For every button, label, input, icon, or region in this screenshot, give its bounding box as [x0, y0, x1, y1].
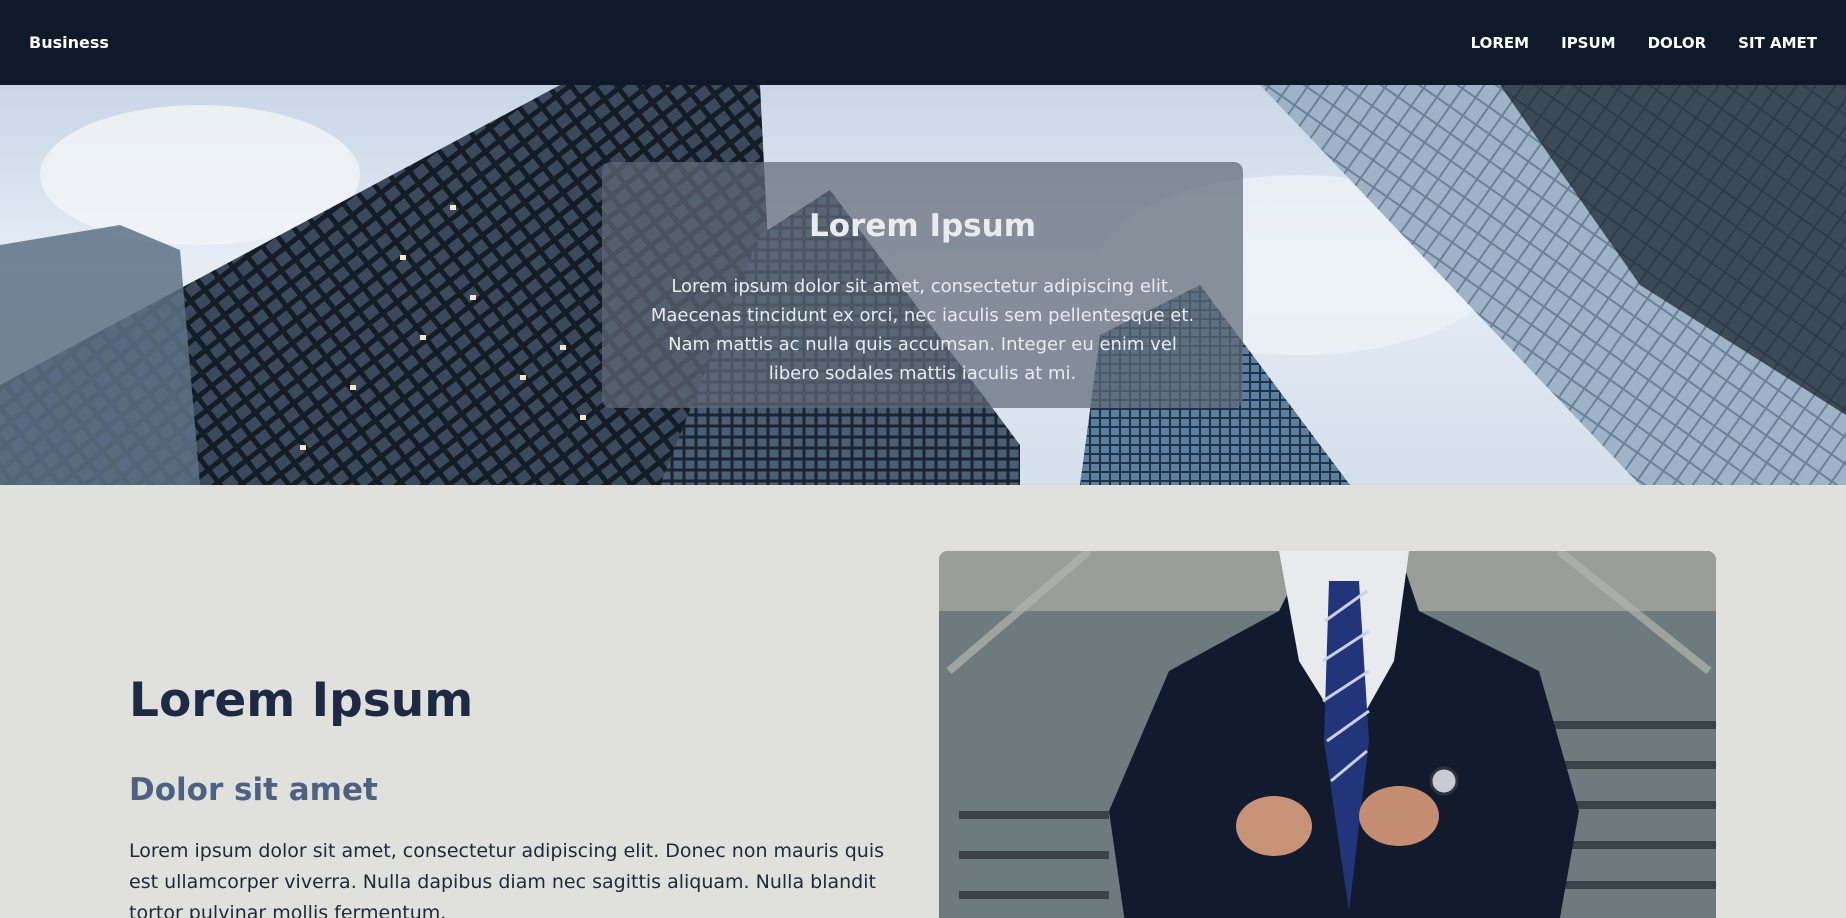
- nav-link-dolor[interactable]: DOLOR: [1648, 34, 1707, 52]
- hero-title: Lorem Ipsum: [808, 208, 1036, 244]
- nav-link-lorem[interactable]: LOREM: [1471, 34, 1530, 52]
- businessman-photo: [939, 551, 1716, 918]
- section-heading: Lorem Ipsum: [129, 673, 474, 728]
- intro-text-block: Lorem Ipsum Dolor sit amet Lorem ipsum d…: [129, 673, 909, 918]
- section-subheading: Dolor sit amet: [129, 772, 378, 808]
- hero-banner: Lorem Ipsum Lorem ipsum dolor sit amet, …: [0, 85, 1846, 485]
- main-content: Lorem Ipsum Dolor sit amet Lorem ipsum d…: [0, 485, 1846, 918]
- section-paragraph: Lorem ipsum dolor sit amet, consectetur …: [129, 840, 885, 918]
- top-navbar: Business LOREM IPSUM DOLOR SIT AMET: [0, 0, 1846, 85]
- brand-link[interactable]: Business: [29, 33, 109, 52]
- nav-link-sit-amet[interactable]: SIT AMET: [1738, 34, 1817, 52]
- nav-link-ipsum[interactable]: IPSUM: [1561, 34, 1616, 52]
- hero-description: Lorem ipsum dolor sit amet, consectetur …: [650, 276, 1195, 384]
- hero-card: Lorem Ipsum Lorem ipsum dolor sit amet, …: [602, 162, 1243, 408]
- main-nav: LOREM IPSUM DOLOR SIT AMET: [1439, 34, 1817, 52]
